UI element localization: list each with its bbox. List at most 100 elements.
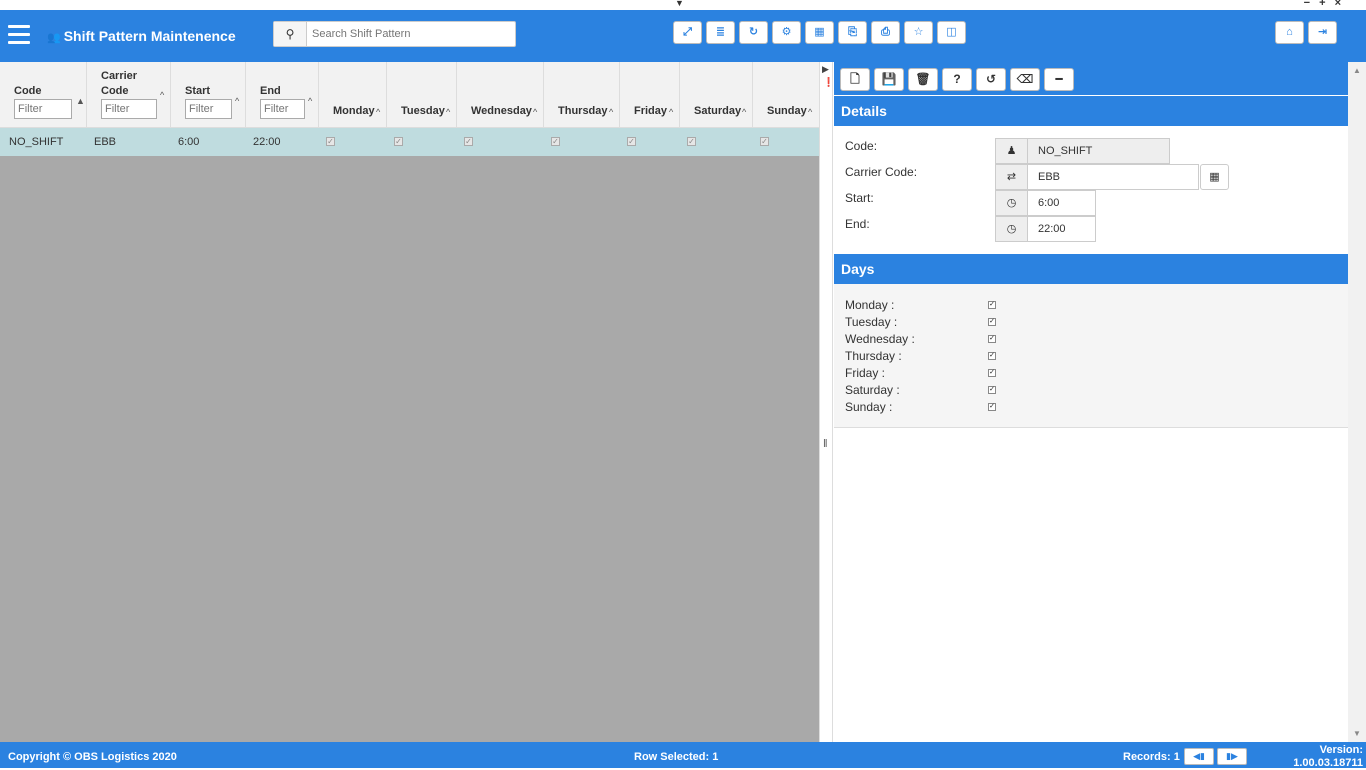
end-time-field[interactable]: 22:00 bbox=[1027, 216, 1096, 242]
column-header-monday[interactable]: Monday ^ bbox=[319, 62, 387, 128]
cell-carrier-code: EBB bbox=[94, 136, 117, 148]
version-info: Version: 1.00.03.18711 bbox=[1293, 744, 1363, 770]
friday-checkbox[interactable]: ✓ bbox=[988, 369, 996, 377]
expand-button[interactable]: ⤢ bbox=[673, 21, 702, 44]
columns-button[interactable]: ◫ bbox=[937, 21, 966, 44]
column-header-thursday[interactable]: Thursday ^ bbox=[544, 62, 620, 128]
column-header-saturday[interactable]: Saturday ^ bbox=[680, 62, 753, 128]
details-section-header[interactable]: Details bbox=[834, 96, 1348, 126]
dropdown-arrow-icon[interactable]: ▼ bbox=[675, 0, 684, 8]
window-top-strip: ▼ − + × bbox=[0, 0, 1366, 10]
undo-button[interactable]: ↺ bbox=[976, 68, 1006, 91]
column-header-tuesday[interactable]: Tuesday ^ bbox=[387, 62, 457, 128]
home-button[interactable]: ⌂ bbox=[1275, 21, 1304, 44]
pin-icon[interactable]: ❗ bbox=[823, 77, 834, 88]
column-header-code[interactable]: Code ▲ bbox=[0, 62, 87, 128]
collapse-arrow-icon[interactable]: ▶ bbox=[822, 64, 829, 75]
thursday-label: Thursday : bbox=[845, 349, 902, 363]
cell-code: NO_SHIFT bbox=[9, 136, 64, 148]
cell-monday-checkbox: ✓ bbox=[326, 137, 335, 146]
column-label: Start bbox=[185, 85, 211, 97]
user-icon: ♟ bbox=[995, 138, 1028, 164]
sort-icon[interactable]: ^ bbox=[160, 90, 164, 100]
saturday-label: Saturday : bbox=[845, 383, 900, 397]
column-header-friday[interactable]: Friday ^ bbox=[620, 62, 680, 128]
column-header-end[interactable]: End ^ bbox=[246, 62, 319, 128]
search-icon[interactable]: ⚲ bbox=[274, 22, 307, 46]
cell-wednesday-checkbox: ✓ bbox=[464, 137, 473, 146]
sort-icon[interactable]: ^ bbox=[533, 107, 537, 117]
clock-icon: ◷ bbox=[995, 190, 1028, 216]
column-header-wednesday[interactable]: Wednesday ^ bbox=[457, 62, 544, 128]
scroll-down-icon[interactable]: ▼ bbox=[1353, 729, 1361, 738]
sort-icon[interactable]: ^ bbox=[669, 107, 673, 117]
help-button[interactable]: ? bbox=[942, 68, 972, 91]
database-button[interactable]: ≣ bbox=[706, 21, 735, 44]
version-label: Version: bbox=[1319, 744, 1363, 756]
tuesday-label: Tuesday : bbox=[845, 315, 898, 329]
filter-input-carrier-code[interactable] bbox=[101, 99, 157, 119]
filter-input-code[interactable] bbox=[14, 99, 72, 119]
vertical-scrollbar[interactable]: ▲ ▼ bbox=[1348, 62, 1366, 742]
column-header-sunday[interactable]: Sunday ^ bbox=[753, 62, 819, 128]
sort-icon[interactable]: ^ bbox=[376, 107, 380, 117]
column-label: Tuesday bbox=[401, 105, 445, 117]
column-header-carrier-code[interactable]: Carrier Code ^ bbox=[87, 62, 171, 128]
code-field[interactable]: NO_SHIFT bbox=[1027, 138, 1170, 164]
export-pdf-button[interactable]: ⎙ bbox=[871, 21, 900, 44]
logout-button[interactable]: ⇥ bbox=[1308, 21, 1337, 44]
first-page-button[interactable]: ◀▮ bbox=[1184, 748, 1214, 765]
filter-input-start[interactable] bbox=[185, 99, 232, 119]
monday-checkbox[interactable]: ✓ bbox=[988, 301, 996, 309]
carrier-code-field[interactable]: EBB bbox=[1027, 164, 1199, 190]
days-form: Monday : ✓ Tuesday : ✓ Wednesday : ✓ Thu… bbox=[834, 284, 1348, 428]
cell-friday-checkbox: ✓ bbox=[627, 137, 636, 146]
wednesday-checkbox[interactable]: ✓ bbox=[988, 335, 996, 343]
favourite-button[interactable]: ☆ bbox=[904, 21, 933, 44]
window-controls[interactable]: − + × bbox=[1304, 0, 1344, 9]
column-label: End bbox=[260, 85, 281, 97]
delete-button[interactable]: 🗑 bbox=[908, 68, 938, 91]
table-row[interactable]: NO_SHIFT EBB 6:00 22:00 ✓ ✓ ✓ ✓ ✓ ✓ ✓ bbox=[0, 128, 819, 156]
save-button[interactable]: 💾 bbox=[874, 68, 904, 91]
search-box: ⚲ bbox=[273, 21, 516, 47]
tuesday-checkbox[interactable]: ✓ bbox=[988, 318, 996, 326]
new-button[interactable]: 🗋 bbox=[840, 68, 870, 91]
carrier-code-label: Carrier Code: bbox=[845, 165, 918, 179]
users-icon: 👥 bbox=[47, 32, 61, 44]
settings-button[interactable]: ⚙ bbox=[772, 21, 801, 44]
sort-icon[interactable]: ▲ bbox=[76, 96, 85, 106]
last-page-button[interactable]: ▮▶ bbox=[1217, 748, 1247, 765]
sort-icon[interactable]: ^ bbox=[808, 107, 812, 117]
search-input[interactable] bbox=[312, 26, 512, 42]
copyright-text: Copyright © OBS Logistics 2020 bbox=[8, 751, 177, 763]
days-section-header[interactable]: Days bbox=[834, 254, 1348, 284]
filter-input-end[interactable] bbox=[260, 99, 305, 119]
sort-icon[interactable]: ^ bbox=[742, 107, 746, 117]
panel-splitter[interactable]: ▶ ❗ ‖ bbox=[819, 62, 834, 742]
sort-icon[interactable]: ^ bbox=[609, 107, 613, 117]
hamburger-menu-icon[interactable] bbox=[8, 25, 30, 45]
column-header-start[interactable]: Start ^ bbox=[171, 62, 246, 128]
column-label: Carrier Code bbox=[101, 70, 138, 97]
resize-grip-icon[interactable]: ‖ bbox=[823, 438, 828, 450]
data-grid: Code ▲ Carrier Code ^ Start ^ End ^ Mond… bbox=[0, 62, 819, 742]
app-header: 👥Shift Pattern Maintenence ⚲ ⤢ ≣ ↻ ⚙ ▦ ⎘… bbox=[0, 10, 1366, 62]
export-excel-button[interactable]: ⎘ bbox=[838, 21, 867, 44]
sort-icon[interactable]: ^ bbox=[308, 96, 312, 106]
scroll-up-icon[interactable]: ▲ bbox=[1353, 66, 1361, 75]
minimize-button[interactable]: ━ bbox=[1044, 68, 1074, 91]
thursday-checkbox[interactable]: ✓ bbox=[988, 352, 996, 360]
sunday-checkbox[interactable]: ✓ bbox=[988, 403, 996, 411]
lookup-table-button[interactable]: ▦ bbox=[1200, 164, 1229, 190]
sort-icon[interactable]: ^ bbox=[446, 107, 450, 117]
page-title-text: Shift Pattern Maintenence bbox=[63, 28, 236, 44]
start-time-field[interactable]: 6:00 bbox=[1027, 190, 1096, 216]
table-view-button[interactable]: ▦ bbox=[805, 21, 834, 44]
clear-button[interactable]: ⌫ bbox=[1010, 68, 1040, 91]
refresh-button[interactable]: ↻ bbox=[739, 21, 768, 44]
friday-label: Friday : bbox=[845, 366, 886, 380]
sort-icon[interactable]: ^ bbox=[235, 96, 239, 106]
cell-start: 6:00 bbox=[178, 136, 200, 148]
saturday-checkbox[interactable]: ✓ bbox=[988, 386, 996, 394]
